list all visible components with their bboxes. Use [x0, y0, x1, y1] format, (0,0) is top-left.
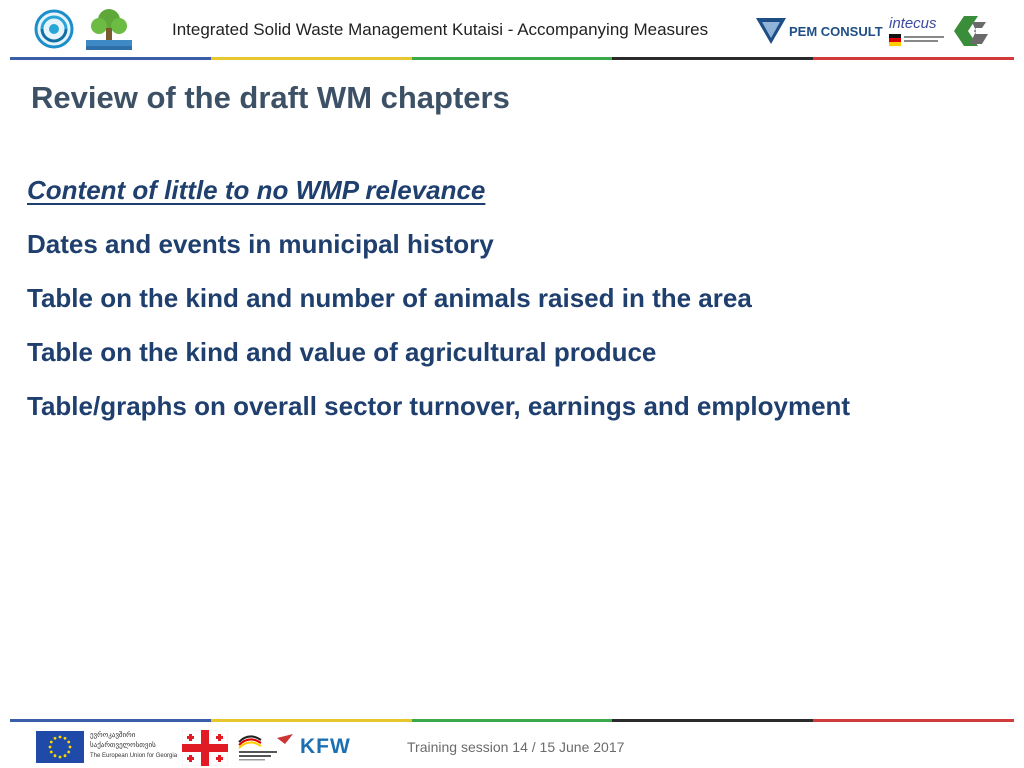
kfw-logo-text: KFW [300, 735, 351, 758]
pem-consult-logo-text: PEM CONSULT [789, 24, 883, 39]
project-title: Integrated Solid Waste Management Kutais… [172, 20, 709, 39]
eu-text-line: ევროკავშირი [90, 732, 136, 739]
georgia-flag-icon [182, 730, 228, 766]
georgia-g-logo-icon [954, 16, 988, 46]
intecus-subtitle-lines-icon [904, 36, 944, 42]
stripe-segment [813, 57, 1014, 60]
stripe-segment [612, 719, 814, 722]
header-divider-stripe [10, 57, 1014, 60]
eu-flag-icon [36, 731, 84, 763]
slide-header: Integrated Solid Waste Management Kutais… [0, 0, 1024, 58]
content-item: Dates and events in municipal history [27, 229, 494, 259]
german-flag-icon [889, 34, 901, 46]
training-session-text: Training session 14 / 15 June 2017 [407, 739, 625, 755]
stripe-segment [210, 719, 412, 722]
eu-text-line: The European Union for Georgia [90, 753, 178, 759]
stripe-segment [411, 57, 613, 60]
tree-logo-icon [86, 9, 132, 50]
eu-text-line: საქართველოსთვის [90, 742, 156, 749]
pem-consult-logo-icon [756, 18, 786, 44]
stripe-segment [813, 719, 1014, 722]
stripe-segment [10, 719, 211, 722]
content-item: Table on the kind and value of agricultu… [27, 337, 657, 367]
content-subheading: Content of little to no WMP relevance [27, 175, 486, 205]
content-item: Table on the kind and number of animals … [27, 283, 752, 313]
stripe-segment [411, 719, 613, 722]
slide-title: Review of the draft WM chapters [31, 80, 510, 115]
intecus-logo-text: intecus [889, 15, 937, 32]
content-item: Table/graphs on overall sector turnover,… [27, 391, 851, 421]
slide-content: Content of little to no WMP relevance Da… [27, 170, 1007, 440]
water-cycle-logo-icon [34, 9, 74, 49]
german-cooperation-logo-icon [238, 734, 293, 761]
footer-divider-stripe [10, 719, 1014, 722]
eu-for-georgia-text: ევროკავშირი საქართველოსთვის The European… [90, 731, 177, 761]
stripe-segment [210, 57, 412, 60]
stripe-segment [612, 57, 814, 60]
stripe-segment [10, 57, 211, 60]
